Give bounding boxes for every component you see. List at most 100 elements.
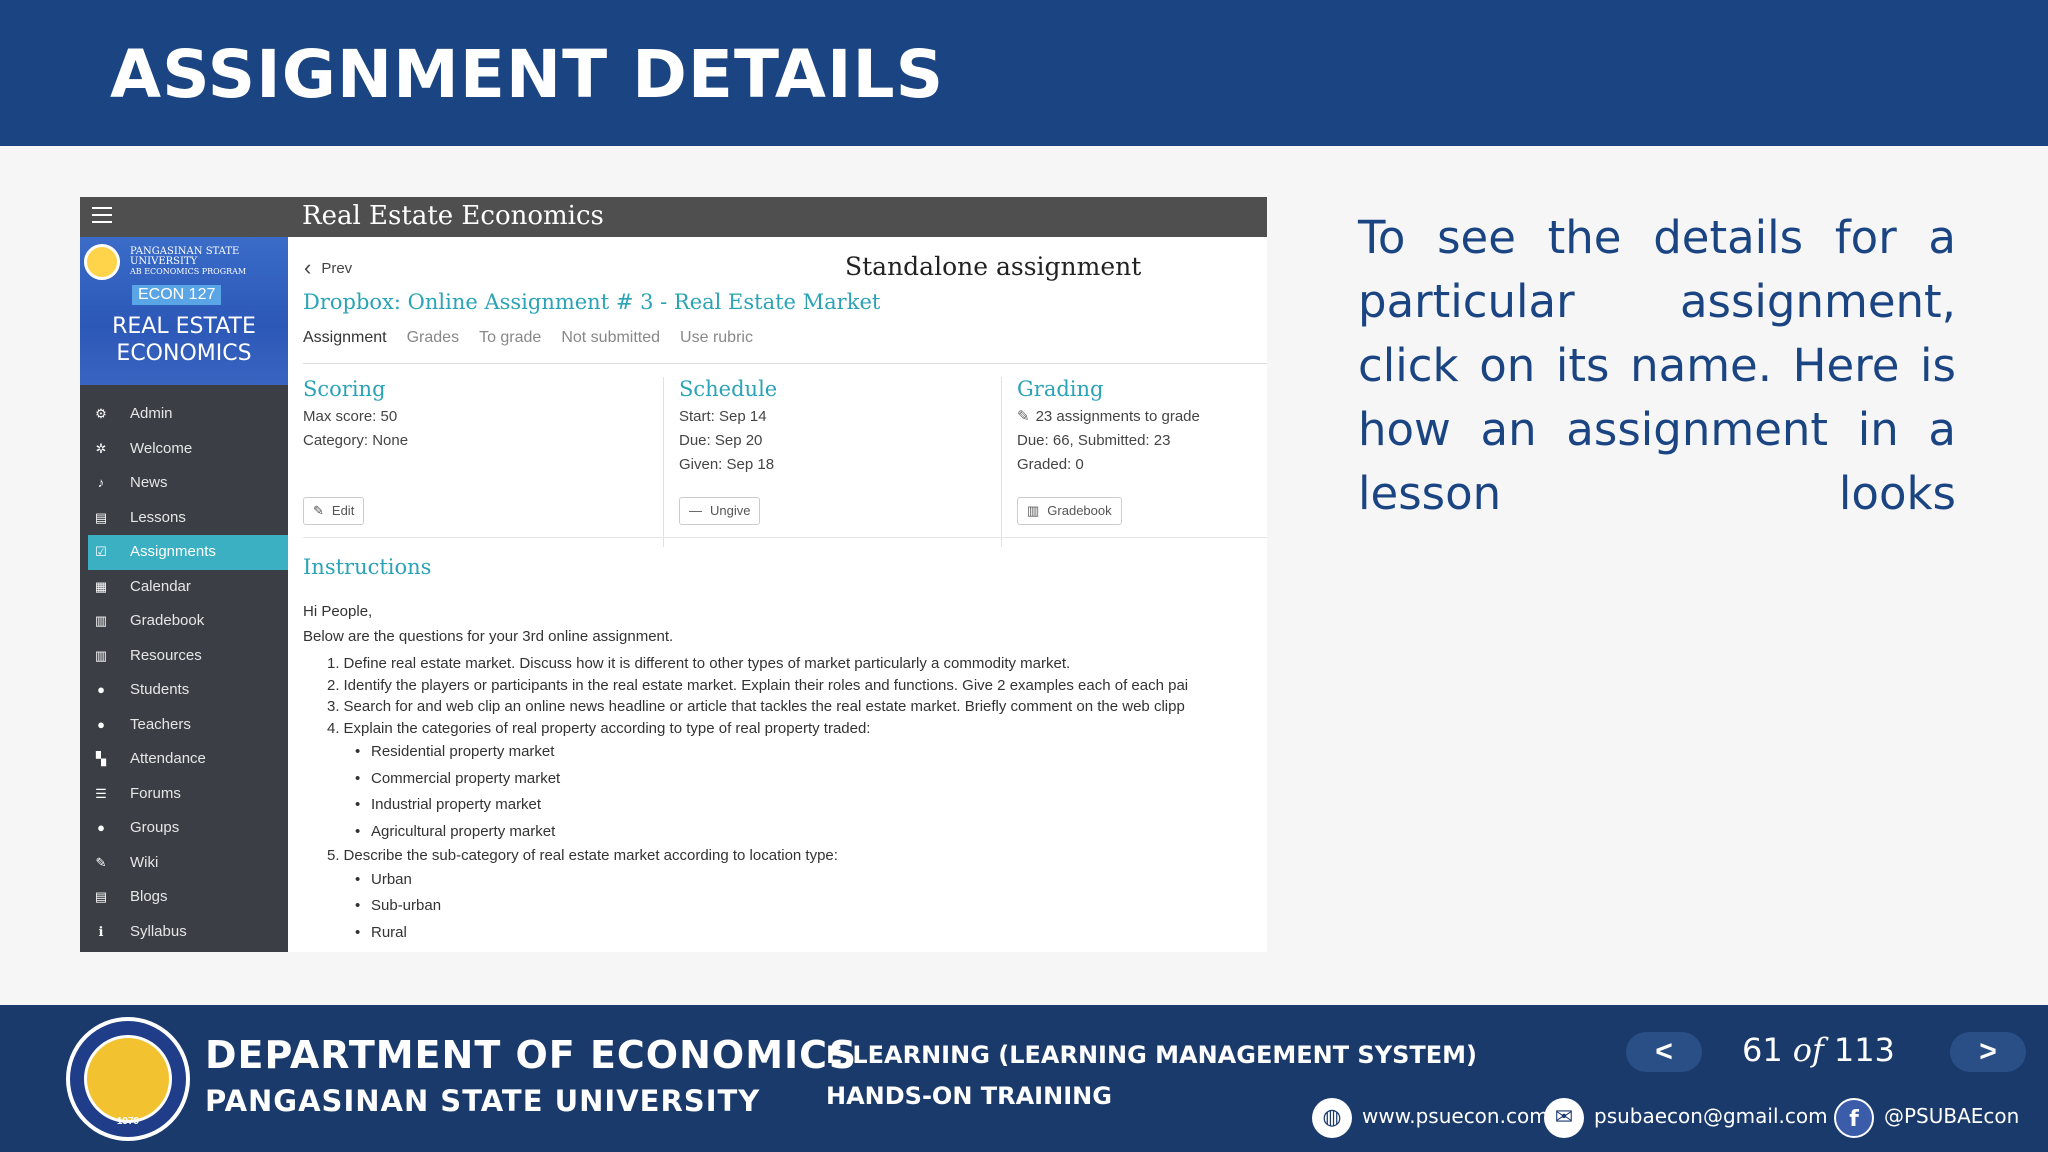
slide-explanation: To see the details for a particular assi… — [1358, 211, 1956, 520]
prev-label: Prev — [321, 260, 353, 277]
sidebar-item-label: Resources — [130, 646, 202, 664]
sidebar-item-label: Teachers — [130, 715, 191, 733]
pencil-icon: ✎ — [1017, 408, 1030, 425]
facebook-contact[interactable]: f @PSUBAEcon — [1834, 1094, 2019, 1138]
to-grade-link[interactable]: ✎ 23 assignments to grade — [1017, 405, 1267, 429]
list-icon: ☰ — [95, 785, 107, 801]
list-item: 4. Explain the categories of real propert… — [303, 718, 1267, 740]
banner-program: AB ECONOMICS PROGRAM — [130, 267, 247, 276]
website-contact[interactable]: ◍ www.psuecon.com — [1312, 1094, 1549, 1138]
sidebar-item-admin[interactable]: ⚙ Admin — [88, 397, 288, 432]
university-name: PANGASINAN STATE UNIVERSITY — [205, 1084, 761, 1118]
schedule-heading: Schedule — [679, 377, 778, 401]
tab-not-submitted[interactable]: Not submitted — [561, 329, 660, 346]
email-contact[interactable]: ✉ psubaecon@gmail.com — [1544, 1094, 1828, 1138]
assignment-name-link[interactable]: Dropbox: Online Assignment # 3 - Real Es… — [303, 290, 880, 314]
to-grade-link-label: 23 assignments to grade — [1035, 408, 1200, 425]
website-text: www.psuecon.com — [1362, 1104, 1549, 1128]
slide-footer: 1979 DEPARTMENT OF ECONOMICS PANGASINAN … — [0, 1005, 2048, 1152]
sidebar-item-gradebook[interactable]: ▥ Gradebook — [88, 604, 288, 639]
sidebar-item-label: Syllabus — [130, 922, 187, 940]
sidebar-item-forums[interactable]: ☰ Forums — [88, 777, 288, 812]
facebook-icon: f — [1834, 1097, 1874, 1138]
sidebar-item-groups[interactable]: ● Groups — [88, 811, 288, 846]
given-date: Given: Sep 18 — [679, 456, 775, 473]
scoring-panel: Scoring Max score: 50 Category: None ✎ Ed… — [303, 377, 638, 547]
sparkle-icon: ✲ — [95, 440, 107, 456]
attendance-icon: ▚ — [96, 751, 106, 766]
banner-name-line1: REAL ESTATE — [112, 314, 256, 339]
list-text: Identify the players or participants in … — [343, 676, 1189, 694]
sub-list-item: Agricultural property market — [303, 819, 1267, 846]
hamburger-menu-icon[interactable] — [92, 207, 112, 225]
list-text: Define real estate market. Discuss how i… — [343, 655, 1071, 672]
tab-use-rubric[interactable]: Use rubric — [680, 329, 753, 346]
email-text: psubaecon@gmail.com — [1594, 1104, 1828, 1128]
pencil-icon: ✎ — [313, 503, 324, 518]
minus-icon: — — [689, 503, 702, 518]
prev-slide-button[interactable]: < — [1626, 1032, 1702, 1072]
ungive-button-label: Ungive — [710, 503, 751, 518]
instructions-list: 1. Define real estate market. Discuss how… — [303, 653, 1267, 946]
slide-header: ASSIGNMENT DETAILS — [0, 0, 2048, 146]
gradebook-button-label: Gradebook — [1047, 503, 1112, 518]
blog-icon: ▤ — [94, 889, 108, 904]
banner-name-line2: ECONOMICS — [116, 341, 252, 366]
groups-icon: ● — [97, 820, 105, 835]
sidebar-item-students[interactable]: ● Students — [88, 673, 288, 708]
scoring-heading: Scoring — [303, 377, 386, 401]
tab-grades[interactable]: Grades — [407, 329, 459, 346]
tab-to-grade[interactable]: To grade — [479, 329, 541, 346]
sidebar-item-lessons[interactable]: ▤ Lessons — [88, 501, 288, 536]
sidebar-item-blogs[interactable]: ▤ Blogs — [88, 880, 288, 915]
next-slide-button[interactable]: > — [1950, 1032, 2026, 1072]
calendar-icon: ▦ — [94, 578, 108, 594]
prev-link[interactable]: ‹ Prev — [304, 255, 352, 281]
due-submitted: Due: 66, Submitted: 23 — [1017, 432, 1171, 449]
chevron-left-icon: < — [1655, 1035, 1673, 1068]
sidebar-item-wiki[interactable]: ✎ Wiki — [88, 846, 288, 881]
list-number: 2. — [327, 676, 340, 694]
sidebar-item-label: Forums — [130, 784, 181, 802]
sidebar-item-teachers[interactable]: ● Teachers — [88, 708, 288, 743]
tab-assignment[interactable]: Assignment — [303, 329, 387, 346]
sidebar-item-news[interactable]: ♪ News — [88, 466, 288, 501]
sidebar-item-assignments[interactable]: ☑ Assignments — [88, 535, 288, 570]
sidebar-item-attendance[interactable]: ▚ Attendance — [88, 742, 288, 777]
assignment-tabs: Assignment Grades To grade Not submitted Use… — [303, 329, 773, 347]
page-indicator: 61 of 113 — [1742, 1031, 1895, 1069]
sidebar-item-syllabus[interactable]: ℹ Syllabus — [88, 915, 288, 950]
ungive-button[interactable]: — Ungive — [679, 497, 761, 525]
gradebook-icon: ▥ — [1027, 503, 1040, 518]
slide-title: ASSIGNMENT DETAILS — [110, 36, 945, 113]
sub-list-item: Industrial property market — [303, 792, 1267, 819]
lms-screenshot: Real Estate Economics PANGASINAN STATE U… — [80, 197, 1267, 952]
grading-heading: Grading — [1017, 377, 1104, 401]
course-code: ECON 127 — [132, 285, 222, 305]
page-total: 113 — [1833, 1031, 1895, 1069]
sidebar-item-label: Blogs — [130, 888, 168, 905]
page-of: of — [1792, 1031, 1824, 1069]
sidebar-item-welcome[interactable]: ✲ Welcome — [88, 432, 288, 467]
sub-list-item: Commercial property market — [303, 766, 1267, 793]
divider — [303, 363, 1267, 364]
seal-year: 1979 — [116, 1116, 140, 1127]
university-seal-icon: 1979 — [66, 1017, 190, 1141]
sub-list-item: Urban — [303, 867, 1267, 894]
instructions-heading: Instructions — [303, 555, 432, 579]
sidebar-item-calendar[interactable]: ▦ Calendar — [88, 570, 288, 605]
edit-icon: ✎ — [95, 854, 107, 870]
course-line1: E-LEARNING (LEARNING MANAGEMENT SYSTEM) — [826, 1041, 1477, 1069]
list-text: Describe the sub-category of real estate… — [343, 847, 838, 864]
list-text: Explain the categories of real property … — [343, 719, 871, 737]
sidebar-item-label: Calendar — [130, 577, 191, 595]
sidebar-item-resources[interactable]: ▥ Resources — [88, 639, 288, 674]
sidebar-item-label: Students — [130, 681, 190, 698]
edit-button[interactable]: ✎ Edit — [303, 497, 365, 525]
teacher-icon: ● — [97, 716, 105, 732]
sub-list-item: Sub-urban — [303, 893, 1267, 920]
page-current: 61 — [1742, 1031, 1783, 1069]
gradebook-button[interactable]: ▥ Gradebook — [1017, 497, 1122, 525]
sidebar-item-label: Lessons — [130, 508, 186, 526]
info-icon: ℹ — [98, 923, 104, 939]
